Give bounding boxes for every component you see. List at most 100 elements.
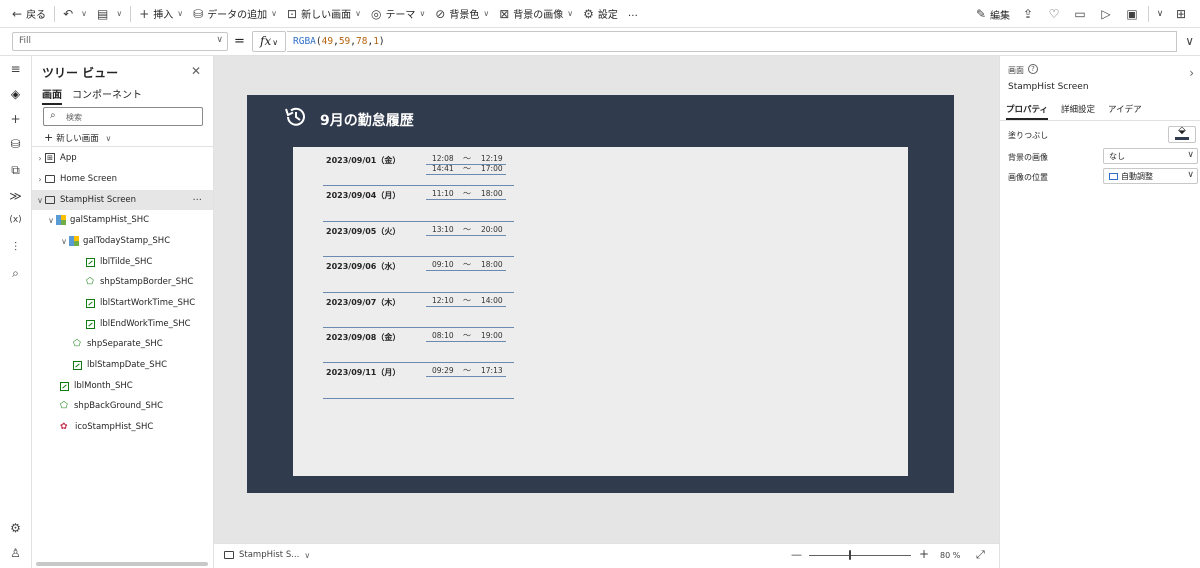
- gallery-row[interactable]: 2023/09/04（月） 11:10 ～ 18:00: [293, 182, 533, 217]
- chevron-right-icon[interactable]: ›: [1189, 66, 1194, 80]
- account-icon[interactable]: ♙: [0, 546, 31, 560]
- tab-properties[interactable]: プロパティ: [1006, 103, 1048, 120]
- zoom-in-button[interactable]: +: [919, 547, 929, 561]
- media-icon[interactable]: ⧉: [0, 163, 31, 178]
- image-position-dropdown[interactable]: 自動調整 ∨: [1103, 168, 1198, 184]
- tree-item-shpbackground[interactable]: ⬠ shpBackGround_SHC: [32, 396, 213, 416]
- screen-selector[interactable]: StampHist S... ∨: [224, 550, 310, 560]
- tree-item-lblstartworktime[interactable]: lblStartWorkTime_SHC: [32, 293, 213, 313]
- help-icon[interactable]: ?: [1028, 64, 1038, 74]
- stamp-history-gallery[interactable]: 2023/09/01（金） 12:08 ～ 12:19 14:41 ～ 17:00 2023/…: [293, 147, 908, 476]
- tree-item-shpseparate[interactable]: ⬠ shpSeparate_SHC: [32, 334, 213, 354]
- background-color-button[interactable]: ⊘ 背景色 ∨: [430, 0, 494, 28]
- gallery-row[interactable]: 2023/09/11（月） 09:29 ～ 17:13: [293, 359, 533, 394]
- gallery-row[interactable]: 2023/09/06（水） 09:10 ～ 18:00: [293, 253, 533, 288]
- canvas-area: 9月の勤怠履歴 2023/09/01（金） 12:08 ～ 12:19 14:41 ～ 17…: [214, 56, 999, 543]
- tab-ideas[interactable]: アイデア: [1108, 103, 1142, 120]
- back-button[interactable]: ← 戻る: [0, 0, 51, 28]
- bg-image-dropdown[interactable]: なし ∨: [1103, 148, 1198, 164]
- chevron-down-icon[interactable]: ∨: [1152, 9, 1168, 19]
- new-screen-button[interactable]: ⊡ 新しい画面 ∨: [282, 0, 366, 28]
- edit-button[interactable]: ✎ 編集: [971, 0, 1015, 28]
- zoom-slider-thumb[interactable]: [849, 550, 851, 560]
- plus-icon: +: [139, 6, 150, 21]
- tree-view-icon[interactable]: ◈: [0, 87, 31, 101]
- screen-icon: [224, 551, 234, 559]
- fill-color-swatch: [1175, 137, 1189, 140]
- gallery-row[interactable]: 2023/09/05（火） 13:10 ～ 20:00: [293, 218, 533, 253]
- comment-icon[interactable]: ▭: [1067, 7, 1093, 21]
- left-rail: ≡ ◈ + ⛁ ⧉ ≫ (x) ⫶ ⌕ ⚙ ♙: [0, 56, 32, 568]
- formula-input[interactable]: RGBA(49,59,78,1): [287, 31, 1177, 52]
- property-dropdown[interactable]: Fill ∨: [12, 32, 228, 51]
- insert-label: 挿入: [153, 10, 174, 21]
- theme-button[interactable]: ◎ テーマ ∨: [366, 0, 430, 28]
- gear-icon[interactable]: ⚙: [0, 521, 31, 535]
- new-screen-link[interactable]: + 新しい画面 ∨: [44, 131, 111, 144]
- share-icon[interactable]: ⇪: [1015, 7, 1041, 21]
- end-work-time: 17:13: [481, 366, 503, 376]
- chevron-down-icon: ∨: [483, 9, 490, 18]
- tree-item-stamphist-screen[interactable]: ∨ StampHist Screen ···: [32, 190, 213, 210]
- background-image-button[interactable]: ⊠ 背景の画像 ∨: [494, 0, 578, 28]
- tab-components[interactable]: コンポーネント: [72, 86, 142, 105]
- insert-button[interactable]: + 挿入 ∨: [134, 0, 188, 28]
- tree-item-lblmonth[interactable]: lblMonth_SHC: [32, 376, 213, 396]
- expand-formula-icon[interactable]: ∨: [1185, 34, 1194, 48]
- stamphist-screen-preview[interactable]: 9月の勤怠履歴 2023/09/01（金） 12:08 ～ 12:19 14:41 ～ 17…: [247, 95, 954, 493]
- control-name: StampHist Screen: [1008, 82, 1089, 92]
- settings-button[interactable]: ⚙ 設定: [578, 0, 623, 28]
- zoom-out-button[interactable]: —: [791, 548, 802, 561]
- tilde-label: ～: [463, 295, 471, 305]
- close-icon[interactable]: ✕: [191, 64, 201, 78]
- separator: [54, 5, 56, 22]
- tree-item-lbltilde[interactable]: lblTilde_SHC: [32, 252, 213, 272]
- paste-button[interactable]: ▤ ∨: [92, 0, 127, 28]
- fill-color-picker[interactable]: ⬙: [1168, 125, 1196, 143]
- tree-item-galstamphist[interactable]: ∨ galStampHist_SHC: [32, 210, 213, 230]
- horizontal-scrollbar[interactable]: [36, 562, 208, 566]
- tree-item-lblstampdate[interactable]: lblStampDate_SHC: [32, 355, 213, 375]
- gallery-row[interactable]: 2023/09/01（金） 12:08 ～ 12:19 14:41 ～ 17:00: [293, 147, 533, 182]
- power-automate-icon[interactable]: ≫: [0, 189, 31, 203]
- tree-item-icostamphist[interactable]: ✿ icoStampHist_SHC: [32, 417, 213, 437]
- search-icon[interactable]: ⌕: [0, 266, 31, 281]
- tree-item-home-screen[interactable]: › Home Screen: [32, 169, 213, 189]
- tree-item-app[interactable]: › ⊞ App: [32, 148, 213, 168]
- variables-icon[interactable]: (x): [0, 215, 31, 225]
- stamp-entry: 11:10 ～ 18:00: [426, 189, 506, 201]
- more-button[interactable]: …: [623, 0, 643, 28]
- chevron-down-icon: ∨: [567, 9, 574, 18]
- save-icon[interactable]: ▣: [1119, 7, 1145, 21]
- back-label: 戻る: [26, 10, 47, 21]
- play-icon[interactable]: ▷: [1093, 7, 1119, 21]
- app-checker-icon[interactable]: ♡: [1041, 7, 1067, 21]
- chevron-down-icon: ∨: [105, 134, 112, 143]
- tree-item-lblendworktime[interactable]: lblEndWorkTime_SHC: [32, 314, 213, 334]
- history-icon: [285, 107, 305, 126]
- zoom-slider-track[interactable]: [809, 555, 911, 556]
- data-icon[interactable]: ⛁: [0, 137, 31, 151]
- hamburger-menu-icon[interactable]: ≡: [0, 62, 31, 76]
- publish-icon[interactable]: ⊞: [1168, 7, 1194, 21]
- tree-item-shpstampborder[interactable]: ⬠ shpStampBorder_SHC: [32, 272, 213, 292]
- fit-to-window-icon[interactable]: ⤢: [976, 548, 985, 562]
- insert-icon[interactable]: +: [0, 112, 31, 126]
- fx-button[interactable]: fx∨: [252, 31, 286, 52]
- more-options-icon[interactable]: ···: [192, 195, 202, 206]
- gallery-row[interactable]: 2023/09/08（金） 08:10 ～ 19:00: [293, 324, 533, 359]
- start-work-time: 13:10: [432, 224, 454, 234]
- stamp-entry: 13:10 ～ 20:00: [426, 225, 506, 236]
- tab-advanced[interactable]: 詳細設定: [1061, 103, 1095, 120]
- tree-search-input[interactable]: ⌕ 検索: [43, 107, 203, 126]
- gallery-row[interactable]: 2023/09/07（木） 12:10 ～ 14:00: [293, 289, 533, 324]
- undo-button[interactable]: ↶ ∨: [58, 0, 92, 28]
- tree-view-panel: ツリー ビュー ✕ 画面 コンポーネント ⌕ 検索 + 新しい画面 ∨ › ⊞ A…: [32, 56, 214, 568]
- tab-screens[interactable]: 画面: [42, 86, 62, 105]
- end-work-time: 17:00: [481, 164, 503, 173]
- add-data-button[interactable]: ⛁ データの追加 ∨: [188, 0, 282, 28]
- undo-icon: ↶: [63, 6, 74, 21]
- tools-icon[interactable]: ⫶: [0, 240, 31, 255]
- image-icon: [1109, 173, 1118, 180]
- tree-item-galtodaystamp[interactable]: ∨ galTodayStamp_SHC: [32, 231, 213, 251]
